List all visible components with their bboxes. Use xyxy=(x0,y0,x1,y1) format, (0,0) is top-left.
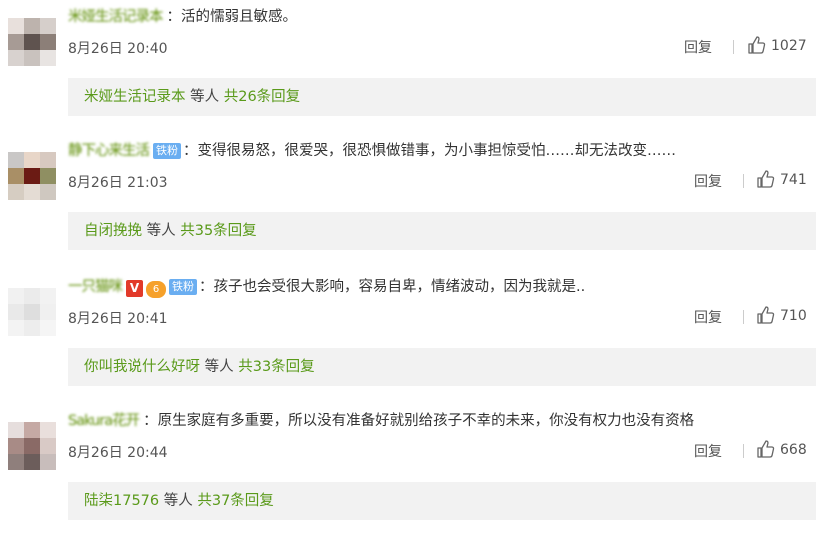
reply-summary-middle: 等人 xyxy=(159,493,198,509)
reply-summary-box[interactable]: 陆柒17576 等人 共37条回复 xyxy=(68,482,816,520)
fan-badge[interactable]: 铁粉 xyxy=(169,279,197,295)
comment-text-line: 一只猫咪 V 6 铁粉 ：孩子也会受很大影响，容易自卑，情绪波动，因为我就是.. xyxy=(68,276,585,298)
reply-summary-box[interactable]: 自闭挽挽 等人 共35条回复 xyxy=(68,212,816,250)
thumb-up-icon xyxy=(757,440,775,458)
reply-count-link[interactable]: 共37条回复 xyxy=(197,493,273,509)
username-link[interactable]: Sakura花开 xyxy=(68,413,140,429)
reply-count-link[interactable]: 共35条回复 xyxy=(180,223,256,239)
comment-body: ：孩子也会受很大影响，容易自卑，情绪波动，因为我就是.. xyxy=(199,279,586,295)
reply-button[interactable]: 回复 xyxy=(694,171,722,191)
like-count: 668 xyxy=(780,442,807,458)
like-count: 741 xyxy=(780,172,807,188)
comment-body: ：变得很易怒，很爱哭，很恐惧做错事，为小事担惊受怕……却无法改变…… xyxy=(183,143,676,159)
username-link[interactable]: 静下心来生活 xyxy=(68,143,150,159)
reply-summary-box[interactable]: 米娅生活记录本 等人 共26条回复 xyxy=(68,78,816,116)
comment-item: 静下心来生活 铁粉 ：变得很易怒，很爱哭，很恐惧做错事，为小事担惊受怕……却无法改变… xyxy=(0,134,816,268)
like-button[interactable]: 710 xyxy=(756,305,807,325)
avatar[interactable] xyxy=(8,152,56,200)
avatar[interactable] xyxy=(8,288,56,336)
comment-timestamp: 8月26日 20:41 xyxy=(68,311,168,327)
comment-item: 米娅生活记录本 ：活的懦弱且敏感。 8月26日 20:40 回复 1027 米娅生活记录本… xyxy=(0,0,816,134)
comment-timestamp: 8月26日 21:03 xyxy=(68,175,168,191)
fan-badge[interactable]: 铁粉 xyxy=(153,143,181,159)
reply-summary-box[interactable]: 你叫我说什么好呀 等人 共33条回复 xyxy=(68,348,816,386)
replier-name-link[interactable]: 陆柒17576 xyxy=(84,493,159,509)
reply-button[interactable]: 回复 xyxy=(694,307,722,327)
username-link[interactable]: 米娅生活记录本 xyxy=(68,9,163,25)
comment-text-line: Sakura花开 ：原生家庭有多重要，所以没有准备好就别给孩子不幸的未来，你没有权… xyxy=(68,410,694,432)
replier-name-link[interactable]: 自闭挽挽 xyxy=(84,223,142,239)
comment-timestamp: 8月26日 20:44 xyxy=(68,445,168,461)
like-button[interactable]: 741 xyxy=(756,169,807,189)
reply-summary-middle: 等人 xyxy=(200,359,239,375)
comment-text-line: 静下心来生活 铁粉 ：变得很易怒，很爱哭，很恐惧做错事，为小事担惊受怕……却无法改变… xyxy=(68,140,676,162)
replier-name-link[interactable]: 你叫我说什么好呀 xyxy=(84,359,200,375)
like-button[interactable]: 668 xyxy=(756,439,807,459)
reply-summary-middle: 等人 xyxy=(185,89,224,105)
comment-text-line: 米娅生活记录本 ：活的懦弱且敏感。 xyxy=(68,6,297,28)
replier-name-link[interactable]: 米娅生活记录本 xyxy=(84,89,186,105)
reply-button[interactable]: 回复 xyxy=(684,37,712,57)
reply-count-link[interactable]: 共33条回复 xyxy=(238,359,314,375)
divider xyxy=(743,444,744,458)
like-count: 710 xyxy=(780,308,807,324)
reply-count-link[interactable]: 共26条回复 xyxy=(224,89,300,105)
like-count: 1027 xyxy=(771,38,807,54)
comment-timestamp: 8月26日 20:40 xyxy=(68,41,168,57)
medal-badge-icon[interactable]: 6 xyxy=(146,281,166,298)
comment-item: Sakura花开 ：原生家庭有多重要，所以没有准备好就别给孩子不幸的未来，你没有权… xyxy=(0,404,816,538)
divider xyxy=(733,40,734,54)
divider xyxy=(743,310,744,324)
avatar[interactable] xyxy=(8,422,56,470)
comment-body: ：原生家庭有多重要，所以没有准备好就别给孩子不幸的未来，你没有权力也没有资格 xyxy=(143,413,695,429)
comment-item: 一只猫咪 V 6 铁粉 ：孩子也会受很大影响，容易自卑，情绪波动，因为我就是.. 8月26… xyxy=(0,270,816,404)
thumb-up-icon xyxy=(748,36,766,54)
divider xyxy=(743,174,744,188)
avatar[interactable] xyxy=(8,18,56,66)
like-button[interactable]: 1027 xyxy=(747,35,807,55)
thumb-up-icon xyxy=(757,306,775,324)
comment-body: ：活的懦弱且敏感。 xyxy=(166,9,298,25)
reply-summary-middle: 等人 xyxy=(142,223,181,239)
vip-badge-icon[interactable]: V xyxy=(126,280,143,297)
username-link[interactable]: 一只猫咪 xyxy=(68,279,123,295)
reply-button[interactable]: 回复 xyxy=(694,441,722,461)
thumb-up-icon xyxy=(757,170,775,188)
